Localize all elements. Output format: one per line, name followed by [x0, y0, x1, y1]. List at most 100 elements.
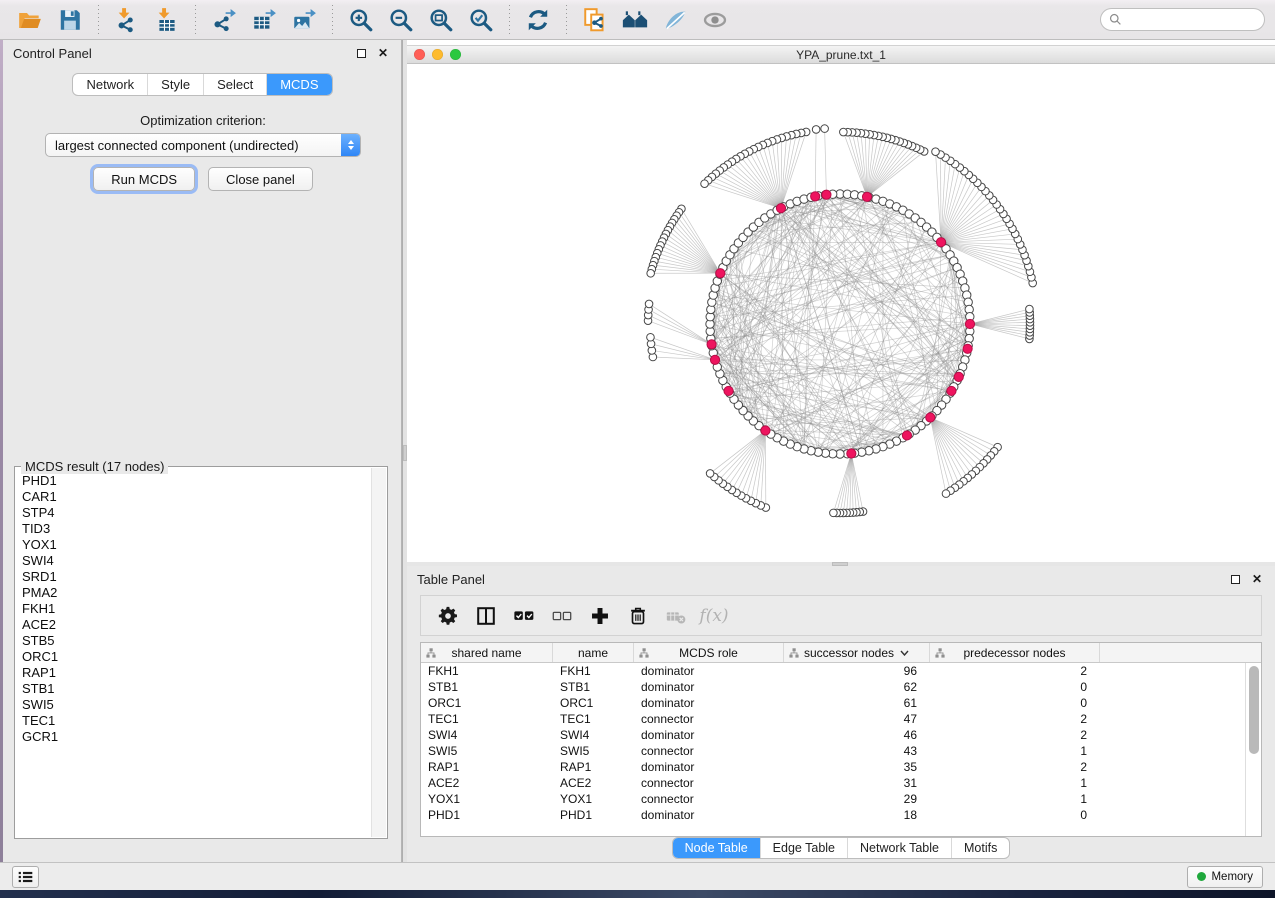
table-cell[interactable]: dominator [634, 679, 784, 695]
table-cell[interactable]: TEC1 [421, 711, 553, 727]
deselect-all-rows-button[interactable] [543, 599, 581, 633]
share-document-button[interactable] [575, 4, 615, 36]
column-header-MCDS-role[interactable]: MCDS role [634, 643, 784, 662]
table-cell[interactable]: 0 [930, 679, 1100, 695]
graph-node[interactable] [647, 269, 655, 277]
table-cell[interactable]: FKH1 [421, 663, 553, 679]
graph-node-mcds[interactable] [965, 319, 974, 328]
tab-style[interactable]: Style [147, 74, 203, 95]
mcds-result-item[interactable]: PMA2 [16, 585, 371, 601]
tab-select[interactable]: Select [203, 74, 266, 95]
mcds-result-item[interactable]: CAR1 [16, 489, 371, 505]
close-panel-button[interactable]: Close panel [208, 167, 313, 191]
graph-node-mcds[interactable] [936, 238, 945, 247]
table-cell[interactable]: dominator [634, 663, 784, 679]
table-cell[interactable]: YOX1 [553, 791, 634, 807]
table-cell[interactable]: STB1 [553, 679, 634, 695]
hide-graphics-details-button[interactable] [655, 4, 695, 36]
graph-node-mcds[interactable] [926, 413, 935, 422]
table-row[interactable]: PHD1PHD1dominator180 [421, 807, 1245, 823]
graph-node-mcds[interactable] [761, 426, 770, 435]
table-cell[interactable]: ACE2 [421, 775, 553, 791]
graph-node-mcds[interactable] [707, 340, 716, 349]
table-cell[interactable]: 47 [784, 711, 930, 727]
export-table-button[interactable] [244, 4, 284, 36]
table-cell[interactable]: FKH1 [553, 663, 634, 679]
mcds-result-item[interactable]: ACE2 [16, 617, 371, 633]
table-row[interactable]: SWI4SWI4dominator462 [421, 727, 1245, 743]
tab-network[interactable]: Network [73, 74, 147, 95]
mcds-result-item[interactable]: GCR1 [16, 729, 371, 745]
control-panel-close-button[interactable]: ✕ [375, 45, 391, 61]
network-canvas-svg[interactable] [407, 64, 1275, 561]
table-cell[interactable]: ACE2 [553, 775, 634, 791]
table-cell[interactable]: 0 [930, 807, 1100, 823]
table-cell[interactable]: 62 [784, 679, 930, 695]
table-cell[interactable]: 1 [930, 775, 1100, 791]
import-table-button[interactable] [147, 4, 187, 36]
tab-edge-table[interactable]: Edge Table [760, 838, 847, 858]
graph-node-mcds[interactable] [724, 386, 733, 395]
tab-motifs[interactable]: Motifs [951, 838, 1009, 858]
table-cell[interactable]: ORC1 [421, 695, 553, 711]
graph-node-mcds[interactable] [947, 386, 956, 395]
table-row[interactable]: FKH1FKH1dominator962 [421, 663, 1245, 679]
control-panel-float-button[interactable] [353, 45, 369, 61]
graph-node-mcds[interactable] [963, 344, 972, 353]
tab-network-table[interactable]: Network Table [847, 838, 951, 858]
tab-node-table[interactable]: Node Table [673, 838, 760, 858]
scrollbar-thumb[interactable] [1249, 666, 1259, 754]
search-input[interactable] [1127, 13, 1256, 27]
criterion-select[interactable]: largest connected component (undirected) [45, 133, 361, 157]
mcds-result-item[interactable]: FKH1 [16, 601, 371, 617]
column-layout-button[interactable] [467, 599, 505, 633]
zoom-fit-button[interactable] [421, 4, 461, 36]
table-cell[interactable]: dominator [634, 695, 784, 711]
table-cell[interactable]: connector [634, 743, 784, 759]
table-cell[interactable]: ORC1 [553, 695, 634, 711]
table-cell[interactable]: dominator [634, 759, 784, 775]
zoom-out-button[interactable] [381, 4, 421, 36]
graph-node[interactable] [647, 333, 655, 341]
export-image-button[interactable] [284, 4, 324, 36]
graph-node[interactable] [706, 470, 714, 478]
mcds-result-item[interactable]: ORC1 [16, 649, 371, 665]
table-cell[interactable]: 31 [784, 775, 930, 791]
mcds-result-item[interactable]: PHD1 [16, 473, 371, 489]
graph-node-mcds[interactable] [822, 190, 831, 199]
network-list-button[interactable] [12, 866, 39, 888]
search-box[interactable] [1100, 8, 1265, 31]
mcds-result-item[interactable]: SWI4 [16, 553, 371, 569]
table-cell[interactable]: PHD1 [421, 807, 553, 823]
table-cell[interactable]: RAP1 [421, 759, 553, 775]
mcds-result-item[interactable]: SRD1 [16, 569, 371, 585]
table-panel-float-button[interactable] [1227, 571, 1243, 587]
table-cell[interactable]: 35 [784, 759, 930, 775]
zoom-in-button[interactable] [341, 4, 381, 36]
table-panel-close-button[interactable]: ✕ [1249, 571, 1265, 587]
table-row[interactable]: ORC1ORC1dominator610 [421, 695, 1245, 711]
memory-button[interactable]: Memory [1187, 866, 1263, 888]
mcds-result-item[interactable]: TID3 [16, 521, 371, 537]
table-settings-button[interactable] [429, 599, 467, 633]
mcds-result-item[interactable]: STP4 [16, 505, 371, 521]
table-row[interactable]: STB1STB1dominator620 [421, 679, 1245, 695]
table-cell[interactable]: connector [634, 775, 784, 791]
graph-node-mcds[interactable] [776, 204, 785, 213]
table-cell[interactable]: dominator [634, 727, 784, 743]
add-column-button[interactable] [581, 599, 619, 633]
column-header-name[interactable]: name [553, 643, 634, 662]
table-cell[interactable]: 2 [930, 759, 1100, 775]
graph-node-mcds[interactable] [716, 269, 725, 278]
graph-node[interactable] [821, 125, 829, 133]
graph-node[interactable] [701, 180, 709, 188]
table-row[interactable]: RAP1RAP1dominator352 [421, 759, 1245, 775]
graph-node-mcds[interactable] [954, 372, 963, 381]
table-cell[interactable]: RAP1 [553, 759, 634, 775]
table-cell[interactable]: connector [634, 711, 784, 727]
table-cell[interactable]: SWI4 [421, 727, 553, 743]
table-row[interactable]: SWI5SWI5connector431 [421, 743, 1245, 759]
graph-node-mcds[interactable] [862, 192, 871, 201]
save-session-button[interactable] [50, 4, 90, 36]
table-cell[interactable]: connector [634, 791, 784, 807]
